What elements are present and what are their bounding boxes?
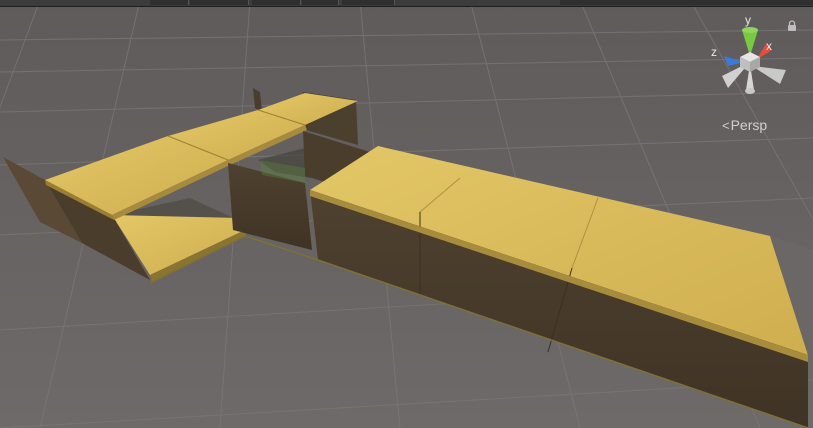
toolbar-segment[interactable]: [560, 0, 813, 5]
gizmo-label-x: x: [766, 39, 772, 53]
toolbar-segment[interactable]: [302, 0, 339, 5]
axis-cone-neg-z[interactable]: [752, 66, 786, 84]
gizmo-label-y: y: [745, 13, 751, 27]
toolbar-segment[interactable]: [150, 0, 189, 5]
toolbar-segment[interactable]: [342, 0, 395, 5]
chevron-left-icon: <: [722, 118, 730, 133]
projection-label: Persp: [730, 117, 768, 133]
orientation-gizmo[interactable]: [706, 12, 796, 122]
scene-canvas[interactable]: [0, 0, 813, 428]
projection-toggle[interactable]: <Persp: [722, 117, 767, 133]
gizmo-label-z: z: [711, 45, 717, 59]
lock-icon[interactable]: [786, 20, 798, 32]
toolbar-segment[interactable]: [252, 0, 301, 5]
scene-viewport[interactable]: y x z <Persp: [0, 0, 813, 428]
toolbar-segment[interactable]: [190, 0, 249, 5]
scene-toolbar: [0, 0, 813, 7]
